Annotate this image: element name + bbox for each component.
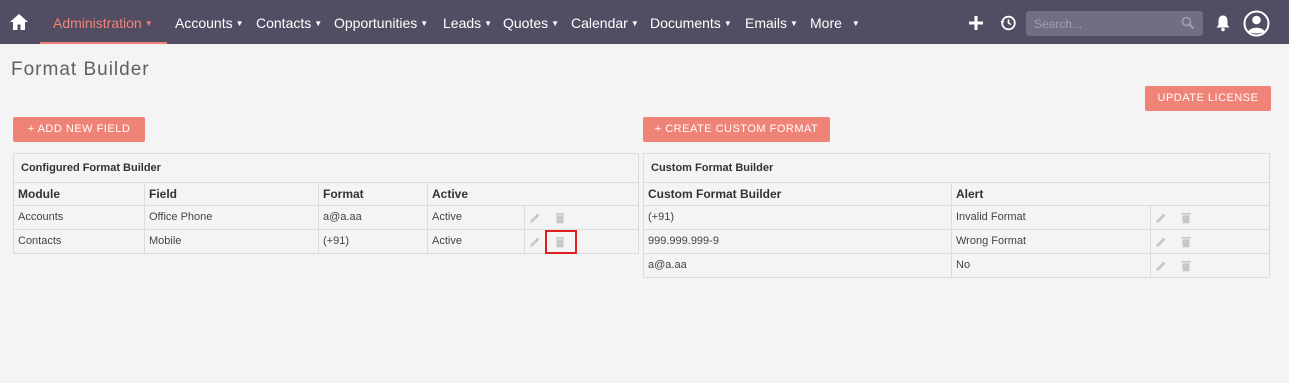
bell-icon[interactable] bbox=[1215, 14, 1231, 32]
caret-down-icon: ▼ bbox=[551, 19, 560, 28]
nav-more[interactable]: More ▼ bbox=[810, 15, 860, 32]
nav-documents[interactable]: Documents ▼ bbox=[650, 15, 732, 32]
nav-emails[interactable]: Emails ▼ bbox=[745, 15, 798, 32]
caret-down-icon: ▼ bbox=[851, 19, 860, 28]
column-header-field: Field bbox=[145, 183, 319, 205]
edit-pencil-icon[interactable] bbox=[1155, 260, 1167, 272]
cell-field: Mobile bbox=[145, 230, 319, 254]
caret-down-icon: ▼ bbox=[723, 19, 732, 28]
caret-down-icon: ▼ bbox=[314, 19, 323, 28]
column-header-alert: Alert bbox=[956, 187, 984, 201]
search-input[interactable] bbox=[1034, 15, 1174, 32]
delete-trash-icon[interactable] bbox=[1180, 236, 1192, 248]
delete-trash-icon[interactable] bbox=[554, 212, 566, 224]
delete-highlight-box bbox=[545, 230, 577, 254]
cell-format: 999.999.999-9 bbox=[644, 230, 952, 253]
cell-format: (+91) bbox=[644, 206, 952, 229]
nav-administration[interactable]: Administration ▼ bbox=[53, 15, 153, 32]
column-header-custom-format: Custom Format Builder bbox=[644, 183, 952, 205]
table-title: Custom Format Builder bbox=[644, 154, 1269, 183]
cell-actions bbox=[525, 230, 638, 254]
cell-module: Accounts bbox=[14, 206, 145, 229]
custom-format-builder-table: Custom Format Builder Custom Format Buil… bbox=[643, 153, 1270, 278]
history-icon[interactable] bbox=[999, 14, 1017, 32]
cell-format: a@a.aa bbox=[644, 254, 952, 278]
cell-active: Active bbox=[428, 206, 525, 229]
delete-trash-icon[interactable] bbox=[1180, 260, 1192, 272]
caret-down-icon: ▼ bbox=[235, 19, 244, 28]
cell-alert: No bbox=[952, 254, 1151, 278]
search-icon[interactable] bbox=[1181, 16, 1195, 30]
edit-pencil-icon[interactable] bbox=[529, 236, 541, 248]
column-header-module: Module bbox=[14, 183, 145, 205]
search-box bbox=[1026, 11, 1203, 36]
cell-format: a@a.aa bbox=[319, 206, 428, 229]
cell-format: (+91) bbox=[319, 230, 428, 254]
caret-down-icon: ▼ bbox=[630, 19, 639, 28]
cell-active: Active bbox=[428, 230, 525, 254]
create-custom-format-button[interactable]: + CREATE CUSTOM FORMAT bbox=[643, 117, 830, 142]
column-header-active: Active bbox=[432, 187, 469, 201]
add-new-field-button[interactable]: + ADD NEW FIELD bbox=[13, 117, 145, 142]
cell-actions bbox=[1151, 206, 1269, 229]
table-row: Accounts Office Phone a@a.aa Active bbox=[14, 206, 638, 230]
caret-down-icon: ▼ bbox=[144, 19, 153, 28]
cell-alert: Wrong Format bbox=[952, 230, 1151, 253]
nav-quotes[interactable]: Quotes ▼ bbox=[503, 15, 559, 32]
cell-alert: Invalid Format bbox=[952, 206, 1151, 229]
cell-module: Contacts bbox=[14, 230, 145, 254]
page-title: Format Builder bbox=[11, 59, 150, 80]
edit-pencil-icon[interactable] bbox=[1155, 236, 1167, 248]
caret-down-icon: ▼ bbox=[420, 19, 429, 28]
nav-accounts[interactable]: Accounts ▼ bbox=[175, 15, 244, 32]
table-row: 999.999.999-9 Wrong Format bbox=[644, 230, 1269, 254]
cell-actions bbox=[525, 206, 638, 229]
home-icon[interactable] bbox=[8, 12, 30, 32]
plus-icon[interactable] bbox=[968, 15, 984, 31]
table-row: (+91) Invalid Format bbox=[644, 206, 1269, 230]
table-row: a@a.aa No bbox=[644, 254, 1269, 278]
table-header-row: Custom Format Builder Alert bbox=[644, 183, 1269, 206]
cell-field: Office Phone bbox=[145, 206, 319, 229]
nav-contacts[interactable]: Contacts ▼ bbox=[256, 15, 322, 32]
nav-calendar[interactable]: Calendar ▼ bbox=[571, 15, 639, 32]
column-header-format: Format bbox=[319, 183, 428, 205]
caret-down-icon: ▼ bbox=[484, 19, 493, 28]
table-title: Configured Format Builder bbox=[14, 154, 638, 183]
delete-trash-icon[interactable] bbox=[1180, 212, 1192, 224]
edit-pencil-icon[interactable] bbox=[1155, 212, 1167, 224]
table-header-row: Module Field Format Active bbox=[14, 183, 638, 206]
active-tab-indicator bbox=[40, 42, 167, 44]
update-license-button[interactable]: UPDATE LICENSE bbox=[1145, 86, 1271, 111]
caret-down-icon: ▼ bbox=[790, 19, 798, 28]
cell-actions bbox=[1151, 230, 1269, 253]
cell-actions bbox=[1151, 254, 1269, 278]
nav-leads[interactable]: Leads ▼ bbox=[443, 15, 492, 32]
nav-opportunities[interactable]: Opportunities ▼ bbox=[334, 15, 428, 32]
edit-pencil-icon[interactable] bbox=[529, 212, 541, 224]
user-avatar-icon[interactable] bbox=[1243, 10, 1270, 37]
top-nav-bar: Administration ▼ Accounts ▼ Contacts ▼ Oppo… bbox=[0, 0, 1289, 44]
